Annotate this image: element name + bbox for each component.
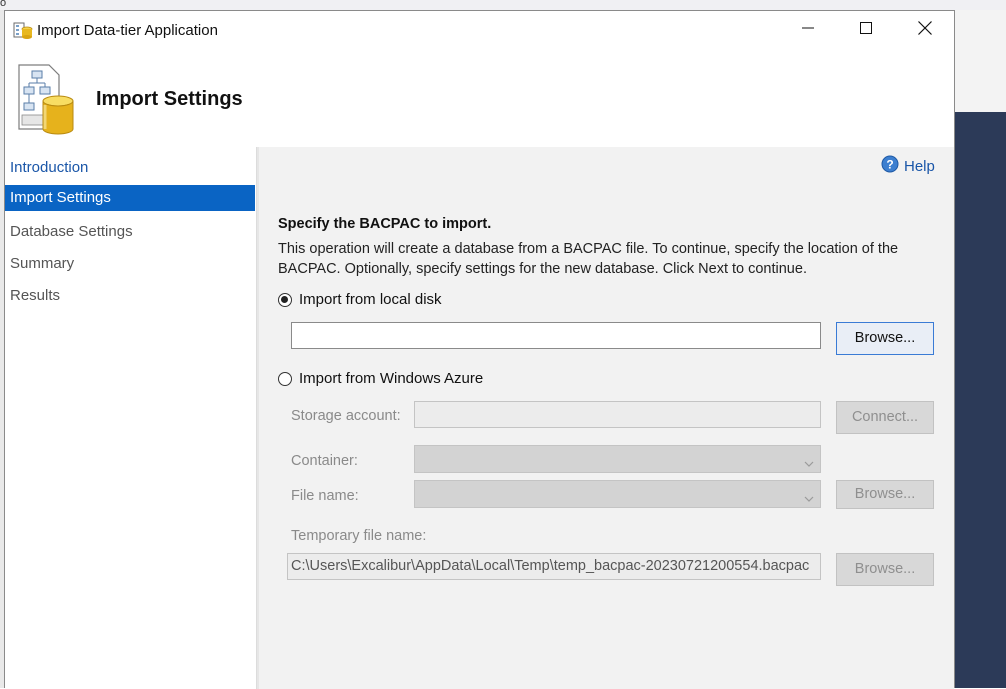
connect-button[interactable]: Connect... (836, 401, 934, 434)
instructions-text: This operation will create a database fr… (278, 241, 899, 277)
sidebar-item-results: Results (10, 287, 61, 304)
local-disk-radio[interactable] (278, 292, 292, 307)
desktop-background (0, 0, 1006, 10)
container-dropdown[interactable] (414, 445, 821, 473)
storage-account-label: Storage account: (291, 408, 401, 424)
azure-radio[interactable] (278, 371, 292, 386)
close-icon (918, 20, 932, 40)
help-icon: ? (881, 155, 899, 178)
wizard-steps-sidebar: Introduction Import Settings Database Se… (5, 147, 257, 689)
temp-file-name-label: Temporary file name: (291, 528, 427, 544)
storage-account-input[interactable] (414, 401, 821, 428)
chevron-down-icon (804, 455, 814, 473)
import-azure-option[interactable]: Import from Windows Azure (278, 370, 483, 387)
local-file-path-input[interactable] (291, 322, 821, 349)
minimize-button[interactable] (779, 11, 837, 49)
wizard-header: Import Settings (5, 49, 954, 147)
background-window-edge (955, 112, 1006, 688)
sidebar-item-introduction[interactable]: Introduction (5, 155, 255, 181)
page-title: Import Settings (96, 88, 243, 110)
settings-panel: ? Help Specify the BACPAC to import. Thi… (257, 147, 954, 689)
browse-azure-file-button[interactable]: Browse... (836, 480, 934, 509)
svg-text:?: ? (886, 158, 893, 172)
browse-temp-file-button[interactable]: Browse... (836, 553, 934, 586)
sidebar-item-import-settings[interactable]: Import Settings (5, 185, 255, 211)
file-name-label: File name: (291, 488, 359, 504)
help-label: Help (904, 158, 935, 175)
window-title: Import Data-tier Application (37, 22, 218, 39)
sidebar-item-database-settings: Database Settings (10, 223, 133, 240)
title-bar[interactable]: Import Data-tier Application (5, 11, 954, 49)
close-button[interactable] (896, 11, 954, 49)
container-label: Container: (291, 453, 358, 469)
section-heading: Specify the BACPAC to import. (278, 216, 492, 232)
desktop-stub-text: o (0, 0, 7, 9)
file-name-dropdown[interactable] (414, 480, 821, 508)
help-link[interactable]: ? Help (881, 155, 935, 178)
temp-file-name-input[interactable]: C:\Users\Excalibur\AppData\Local\Temp\te… (287, 553, 821, 580)
browse-local-button[interactable]: Browse... (836, 322, 934, 355)
sidebar-item-summary: Summary (10, 255, 75, 272)
chevron-down-icon (804, 490, 814, 508)
data-tier-app-icon (13, 20, 33, 40)
import-data-tier-dialog: Import Data-tier Application Import Sett… (4, 10, 955, 689)
maximize-button[interactable] (837, 11, 895, 49)
import-local-disk-option[interactable]: Import from local disk (278, 291, 442, 308)
local-disk-radio-label: Import from local disk (299, 291, 442, 308)
azure-radio-label: Import from Windows Azure (299, 370, 484, 387)
minimize-icon (802, 21, 814, 39)
maximize-icon (860, 21, 872, 39)
database-schema-icon (15, 61, 77, 137)
